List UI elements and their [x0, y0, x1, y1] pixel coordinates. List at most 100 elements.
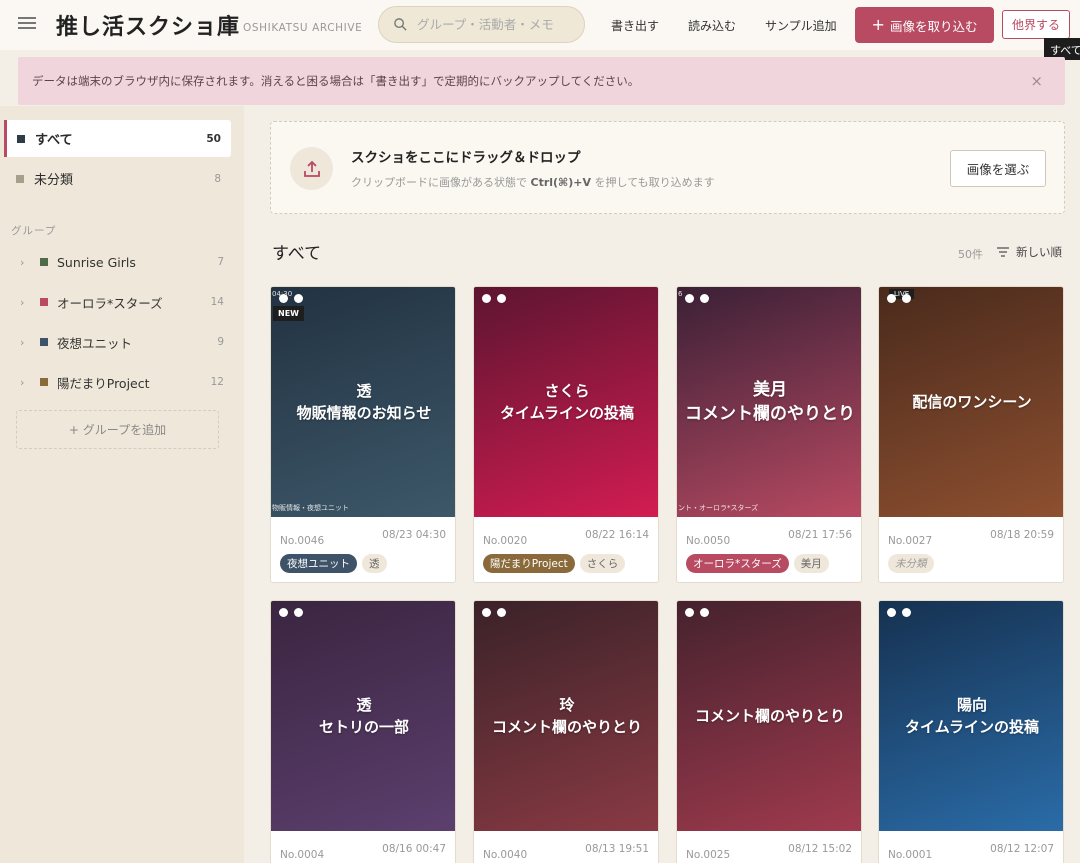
hamburger-menu-icon[interactable]: [18, 14, 36, 34]
group-count: 7: [217, 256, 224, 268]
screenshot-card[interactable]: さくら タイムラインの投稿 No.0020 08/22 16:14 陽だまりPr…: [473, 286, 659, 583]
screenshot-card[interactable]: 透 セトリの一部 No.0004 08/16 00:47: [270, 600, 456, 863]
search-input[interactable]: [417, 17, 577, 32]
card-date: 08/23 04:30: [382, 529, 446, 541]
thumbnail-caption: さくら タイムラインの投稿: [500, 382, 634, 422]
color-swatch: [40, 338, 48, 346]
thumbnail-footer: ント・オーロラ*スターズ: [678, 504, 759, 512]
color-swatch: [40, 258, 48, 266]
drop-zone[interactable]: スクショをここにドラッグ＆ドロップ クリップボードに画像がある状態で Ctrl(…: [270, 121, 1065, 214]
group-tag[interactable]: 陽だまりProject: [483, 554, 575, 573]
group-label: Sunrise Girls: [57, 254, 136, 270]
item-count: 50件: [958, 248, 983, 261]
card-date: 08/16 00:47: [382, 843, 446, 855]
card-thumbnail: 透 セトリの一部: [271, 601, 455, 831]
card-number: No.0001: [888, 849, 933, 861]
app-header: 推し活スクショ庫 OSHIKATSU ARCHIVE 書き出す 読み込む サンプ…: [0, 0, 1080, 50]
choose-image-button[interactable]: 画像を選ぶ: [950, 150, 1046, 187]
sidebar-item-uncategorized[interactable]: 未分類 8: [4, 160, 231, 197]
screenshot-card[interactable]: 配信のワンシーン LIVE No.0027 08/18 20:59 未分類: [878, 286, 1064, 583]
sidebar-group-yasou-unit[interactable]: › 夜想ユニット 9: [14, 327, 230, 357]
card-date: 08/18 20:59: [990, 529, 1054, 541]
add-sample-button[interactable]: サンプル追加: [765, 17, 837, 34]
sidebar: すべて 50 未分類 8 グループ › Sunrise Girls 7 › オー…: [0, 106, 244, 863]
import-images-button[interactable]: + 画像を取り込む: [855, 7, 994, 43]
window-dots: [482, 608, 512, 617]
thumbnail-caption: 美月 コメント欄のやりとり: [685, 380, 855, 424]
group-heading: グループ: [11, 225, 57, 237]
card-thumbnail: 玲 コメント欄のやりとり: [474, 601, 658, 831]
storage-notice: データは端末のブラウザ内に保存されます。消えると困る場合は「書き出す」で定期的に…: [18, 57, 1065, 105]
sort-button[interactable]: 新しい順: [997, 244, 1062, 260]
close-icon[interactable]: ×: [1030, 72, 1043, 90]
section-title: すべて: [272, 244, 322, 264]
thumbnail-caption: 透 物販情報のお知らせ: [296, 382, 432, 422]
group-tag[interactable]: 夜想ユニット: [280, 554, 357, 573]
color-swatch: [40, 298, 48, 306]
group-count: 14: [210, 296, 224, 308]
screenshot-card[interactable]: 美月 コメント欄のやりとり 6 ント・オーロラ*スターズ No.0050 08/…: [676, 286, 862, 583]
screenshot-card[interactable]: 透 物販情報のお知らせ 04:30 NEW 物販情報・夜想ユニット No.004…: [270, 286, 456, 583]
import-file-button[interactable]: 読み込む: [688, 17, 736, 34]
dropzone-title: スクショをここにドラッグ＆ドロップ: [351, 150, 581, 166]
screenshot-card[interactable]: 玲 コメント欄のやりとり No.0040 08/13 19:51: [473, 600, 659, 863]
thumbnail-time: 6: [678, 290, 683, 298]
sidebar-group-aurora-stars[interactable]: › オーロラ*スターズ 14: [14, 287, 230, 317]
sidebar-group-sunrise-girls[interactable]: › Sunrise Girls 7: [14, 247, 230, 277]
card-number: No.0040: [483, 849, 528, 861]
window-dots: [279, 608, 309, 617]
thumbnail-caption: 陽向 タイムラインの投稿: [905, 696, 1039, 736]
sidebar-item-label: すべて: [35, 133, 73, 148]
window-dots: [482, 294, 512, 303]
card-number: No.0027: [888, 535, 933, 547]
card-number: No.0004: [280, 849, 325, 861]
group-count: 12: [210, 376, 224, 388]
card-date: 08/12 15:02: [788, 843, 852, 855]
chevron-right-icon[interactable]: ›: [14, 256, 40, 269]
window-dots: [685, 294, 715, 303]
card-thumbnail: コメント欄のやりとり: [677, 601, 861, 831]
upload-icon: [290, 147, 333, 190]
thumbnail-caption: 玲 コメント欄のやりとり: [491, 696, 642, 736]
add-group-button[interactable]: + グループを追加: [16, 410, 219, 449]
window-dots: [685, 608, 715, 617]
sidebar-group-hidamari-project[interactable]: › 陽だまりProject 12: [14, 367, 230, 397]
chevron-right-icon[interactable]: ›: [14, 376, 40, 389]
screenshot-card[interactable]: コメント欄のやりとり No.0025 08/12 15:02: [676, 600, 862, 863]
app-subtitle: OSHIKATSU ARCHIVE: [243, 22, 363, 34]
member-tag[interactable]: さくら: [579, 554, 626, 573]
member-tag[interactable]: 美月: [793, 554, 829, 573]
plus-icon: +: [871, 15, 885, 34]
group-tag[interactable]: オーロラ*スターズ: [686, 554, 789, 573]
member-tag[interactable]: 透: [362, 554, 387, 573]
app-title: 推し活スクショ庫: [56, 14, 241, 40]
import-images-label: 画像を取り込む: [889, 18, 978, 34]
group-label: オーロラ*スターズ: [57, 295, 163, 311]
window-dots: [887, 608, 917, 617]
notice-text: データは端末のブラウザ内に保存されます。消えると困る場合は「書き出す」で定期的に…: [32, 74, 640, 88]
card-number: No.0020: [483, 535, 528, 547]
card-thumbnail: 透 物販情報のお知らせ: [271, 287, 455, 517]
sort-icon: [997, 247, 1009, 257]
card-thumbnail: 陽向 タイムラインの投稿: [879, 601, 1063, 831]
sort-label: 新しい順: [1016, 245, 1062, 259]
window-dots: [279, 294, 309, 303]
new-badge: NEW: [273, 306, 304, 321]
other-button[interactable]: 他界する: [1002, 10, 1070, 39]
group-label: 陽だまりProject: [57, 375, 150, 391]
color-swatch: [16, 174, 24, 183]
card-number: No.0046: [280, 535, 325, 547]
card-date: 08/22 16:14: [585, 529, 649, 541]
screenshot-card[interactable]: 陽向 タイムラインの投稿 No.0001 08/12 12:07: [878, 600, 1064, 863]
chevron-right-icon[interactable]: ›: [14, 336, 40, 349]
card-date: 08/13 19:51: [585, 843, 649, 855]
group-label: 夜想ユニット: [57, 335, 133, 351]
color-swatch: [40, 378, 48, 386]
search-box[interactable]: [378, 6, 585, 43]
chevron-right-icon[interactable]: ›: [14, 296, 40, 309]
sidebar-item-all[interactable]: すべて 50: [4, 120, 231, 157]
search-icon: [394, 18, 407, 31]
export-button[interactable]: 書き出す: [611, 17, 659, 34]
uncategorized-tag[interactable]: 未分類: [888, 554, 934, 573]
card-date: 08/12 12:07: [990, 843, 1054, 855]
